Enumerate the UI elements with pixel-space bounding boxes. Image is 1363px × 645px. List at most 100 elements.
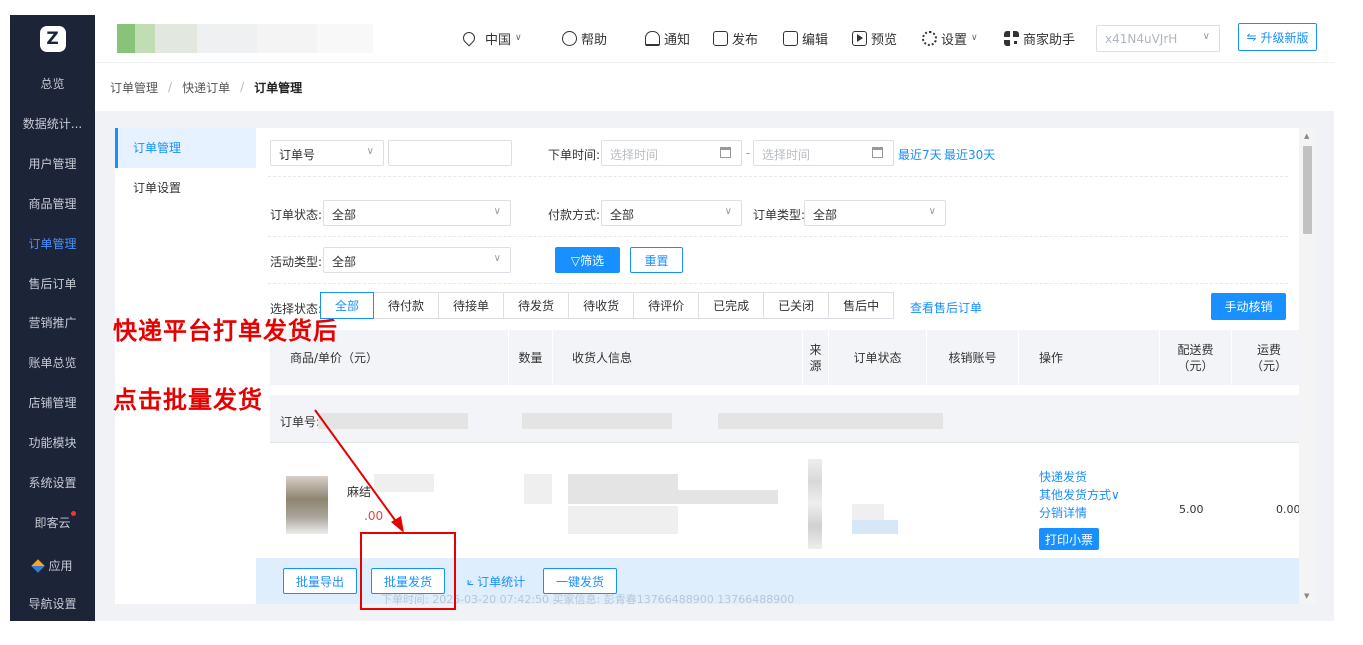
sidebar-item-label: 即客云 [34, 516, 71, 530]
print-receipt-button[interactable]: 打印小票 [1039, 528, 1099, 550]
chevron-down-icon: ∨ [515, 33, 522, 43]
manual-verify-button[interactable]: 手动核销 [1211, 293, 1286, 320]
end-time-input[interactable]: 选择时间 [753, 140, 894, 166]
order-no-type-select[interactable]: 订单号 ∨ [270, 140, 384, 166]
scrollbar-thumb[interactable] [1303, 146, 1312, 234]
activity-type-select[interactable]: 全部 ∨ [323, 247, 511, 273]
product-name[interactable]: 麻结 [347, 483, 371, 500]
subnav-item-order-management[interactable]: 订单管理 [115, 128, 256, 168]
tab-aftersale[interactable]: 售后中 [828, 292, 895, 319]
express-ship-link[interactable]: 快递发货 [1039, 468, 1087, 485]
other-ship-method-link[interactable]: 其他发货方式∨ [1039, 486, 1120, 503]
chart-icon: ⟀ [466, 573, 475, 588]
table-header: 商品/单价（元） 数量 收货人信息 来源 订单状态 核销账号 操作 配送费（元）… [270, 330, 1301, 385]
region-label: 中国 [485, 32, 512, 48]
qrcode-icon [1004, 30, 1019, 46]
distribution-detail-link[interactable]: 分销详情 [1039, 504, 1087, 521]
order-stats-label: 订单统计 [477, 574, 526, 589]
breadcrumb-item[interactable]: 快递订单 [182, 79, 230, 96]
sidebar-item-overview[interactable]: 总览 [10, 75, 95, 92]
start-time-input[interactable]: 选择时间 [601, 140, 742, 166]
order-no-label: 订单号: [280, 415, 321, 429]
tab-all[interactable]: 全部 [320, 292, 375, 319]
region-selector[interactable]: 中国 ∨ [460, 29, 522, 48]
calendar-icon [872, 147, 883, 158]
sidebar-item-products[interactable]: 商品管理 [10, 195, 95, 212]
filter-button[interactable]: ▽筛选 [555, 247, 620, 273]
publish-icon [713, 30, 728, 46]
chevron-down-icon: ∨ [928, 206, 936, 217]
scrollbar[interactable]: ▲ ▼ [1299, 128, 1316, 604]
sidebar-item-modules[interactable]: 功能模块 [10, 434, 95, 451]
tab-pending-payment[interactable]: 待付款 [373, 292, 440, 319]
tab-closed[interactable]: 已关闭 [763, 292, 830, 319]
edit-icon [783, 30, 798, 46]
publish-button[interactable]: 发布 [713, 29, 758, 48]
calendar-icon [720, 147, 731, 158]
sidebar-item-users[interactable]: 用户管理 [10, 155, 95, 172]
activity-type-label: 活动类型: [270, 255, 323, 269]
settings-label: 设置 [941, 32, 968, 48]
annotation-highlight-box [360, 532, 456, 610]
logo[interactable]: Z [10, 15, 95, 62]
sidebar-item-orders[interactable]: 订单管理 [10, 235, 95, 252]
settings-button[interactable]: 设置 ∨ [922, 29, 978, 48]
breadcrumb-current: 订单管理 [254, 80, 303, 95]
sidebar-item-data-stats[interactable]: 数据统计... [10, 115, 95, 132]
notification-dot [71, 511, 76, 516]
order-status-select[interactable]: 全部 ∨ [323, 200, 511, 226]
product-price: .00 [364, 509, 384, 523]
col-source: 来源 [803, 330, 829, 385]
divider [268, 283, 1288, 284]
merchant-assistant-button[interactable]: 商家助手 [1004, 29, 1075, 48]
pay-method-select[interactable]: 全部 ∨ [601, 200, 742, 226]
placeholder-text: 选择时间 [762, 148, 811, 162]
sidebar-item-aftersale[interactable]: 售后订单 [10, 275, 95, 292]
tab-completed[interactable]: 已完成 [698, 292, 765, 319]
account-select[interactable]: x41N4uVJrH ∨ [1096, 25, 1220, 52]
notify-button[interactable]: 通知 [645, 29, 690, 48]
subnav-item-order-settings[interactable]: 订单设置 [115, 168, 256, 208]
breadcrumb-separator: / [240, 80, 245, 94]
tab-pending-review[interactable]: 待评价 [633, 292, 700, 319]
tab-pending-accept[interactable]: 待接单 [438, 292, 505, 319]
other-ship-label: 其他发货方式 [1039, 488, 1112, 502]
chevron-down-icon: ∨ [366, 146, 374, 157]
bell-icon [645, 30, 660, 46]
divider [270, 442, 1301, 443]
preview-button[interactable]: 预览 [852, 29, 897, 48]
gear-icon [922, 30, 937, 46]
breadcrumb-item[interactable]: 订单管理 [110, 79, 158, 96]
reset-button[interactable]: 重置 [630, 247, 683, 273]
tab-pending-receive[interactable]: 待收货 [568, 292, 635, 319]
sidebar-item-apps[interactable]: 应用 [10, 557, 95, 574]
one-click-ship-button[interactable]: 一键发货 [543, 568, 617, 594]
sidebar-item-billing[interactable]: 账单总览 [10, 354, 95, 371]
scroll-up-icon[interactable]: ▲ [1304, 132, 1309, 140]
sidebar-item-system-settings[interactable]: 系统设置 [10, 474, 95, 491]
sidebar-item-nav-settings[interactable]: 导航设置 [10, 595, 95, 612]
batch-export-button[interactable]: 批量导出 [283, 568, 357, 594]
edit-button[interactable]: 编辑 [783, 29, 828, 48]
order-status-label: 订单状态: [270, 208, 323, 222]
tab-pending-ship[interactable]: 待发货 [503, 292, 570, 319]
sidebar-item-shop[interactable]: 店铺管理 [10, 394, 95, 411]
chevron-down-icon: ∨ [1202, 31, 1210, 42]
help-button[interactable]: 帮助 [562, 29, 607, 48]
view-aftersale-link[interactable]: 查看售后订单 [910, 299, 982, 316]
sidebar-item-marketing[interactable]: 营销推广 [10, 314, 95, 331]
last-30-days-link[interactable]: 最近30天 [944, 146, 995, 163]
order-type-select[interactable]: 全部 ∨ [804, 200, 946, 226]
switch-icon: ⇋ [1246, 30, 1257, 44]
order-stats-button[interactable]: ⟀ 订单统计 [459, 568, 533, 594]
order-no-input[interactable] [388, 140, 512, 166]
last-7-days-link[interactable]: 最近7天 [898, 146, 942, 163]
scroll-down-icon[interactable]: ▼ [1304, 592, 1309, 600]
sidebar-item-jikeyun[interactable]: 即客云 [10, 511, 95, 531]
account-id: x41N4uVJrH [1105, 32, 1178, 46]
pay-method-label: 付款方式: [548, 208, 601, 222]
upgrade-button[interactable]: ⇋ 升级新版 [1238, 23, 1317, 51]
sidebar: Z 总览 数据统计... 用户管理 商品管理 订单管理 售后订单 营销推广 账单… [10, 15, 95, 621]
select-value: 全部 [813, 208, 838, 222]
receiver-name-redacted [568, 474, 678, 490]
